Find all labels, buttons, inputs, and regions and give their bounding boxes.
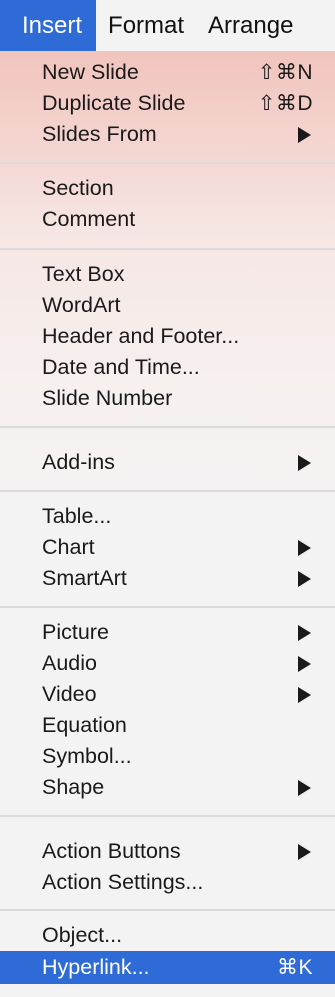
menu-bar: Insert Format Arrange [0, 0, 335, 51]
menu-item-label: Slide Number [42, 386, 173, 410]
menu-item-label: Section [42, 176, 114, 200]
menu-item-label: Date and Time... [42, 355, 200, 379]
submenu-arrow-icon [298, 779, 311, 796]
menubar-item-format[interactable]: Format [96, 0, 196, 51]
menubar-item-insert[interactable]: Insert [0, 0, 97, 51]
menu-item-label: Slides From [42, 122, 157, 146]
submenu-arrow-icon [298, 454, 311, 471]
menu-item-label: Table... [42, 504, 112, 528]
submenu-arrow-icon [298, 126, 311, 143]
menu-item-label: Picture [42, 620, 109, 644]
menu-item-chart[interactable]: Chart [0, 532, 335, 563]
menu-item-label: Header and Footer... [42, 324, 240, 348]
menu-separator [0, 426, 335, 428]
shortcut-label: ⇧⌘N [257, 61, 313, 84]
submenu-arrow-icon [298, 624, 311, 641]
menu-item-audio[interactable]: Audio [0, 648, 335, 679]
menu-item-label: Video [42, 682, 97, 706]
menu-separator [0, 815, 335, 817]
menu-item-label: Chart [42, 535, 95, 559]
menu-separator [0, 909, 335, 911]
menu-separator [0, 606, 335, 608]
menu-item-video[interactable]: Video [0, 679, 335, 710]
menu-separator [0, 248, 335, 250]
menu-item-slides-from[interactable]: Slides From [0, 119, 335, 150]
menu-item-table[interactable]: Table... [0, 501, 335, 532]
menu-item-label: New Slide [42, 60, 139, 84]
menu-item-label: Text Box [42, 262, 125, 286]
menu-item-object[interactable]: Object... [0, 920, 335, 951]
menu-item-shape[interactable]: Shape [0, 772, 335, 803]
menu-item-equation[interactable]: Equation [0, 710, 335, 741]
menu-item-label: Shape [42, 775, 105, 799]
menu-item-comment[interactable]: Comment [0, 204, 335, 235]
menu-separator [0, 490, 335, 492]
menu-item-label: Object... [42, 923, 123, 947]
menu-item-label: Symbol... [42, 744, 132, 768]
submenu-arrow-icon [298, 843, 311, 860]
menu-item-section[interactable]: Section [0, 173, 335, 204]
menu-item-smartart[interactable]: SmartArt [0, 563, 335, 594]
menubar-item-arrange[interactable]: Arrange [196, 0, 305, 51]
submenu-arrow-icon [298, 655, 311, 672]
insert-menu: New Slide ⇧⌘N Duplicate Slide ⇧⌘D Slides… [0, 51, 335, 997]
menu-item-header-footer[interactable]: Header and Footer... [0, 321, 335, 352]
menu-item-action-settings[interactable]: Action Settings... [0, 867, 335, 898]
menu-item-label: Action Settings... [42, 870, 204, 894]
menu-item-label: WordArt [42, 293, 121, 317]
menu-item-action-buttons[interactable]: Action Buttons [0, 836, 335, 867]
menu-item-slide-number[interactable]: Slide Number [0, 383, 335, 414]
menu-item-label: Add-ins [42, 450, 115, 474]
shortcut-label: ⌘K [276, 956, 313, 979]
menu-item-text-box[interactable]: Text Box [0, 259, 335, 290]
menu-item-label: Hyperlink... [42, 955, 150, 979]
submenu-arrow-icon [298, 539, 311, 556]
menu-item-picture[interactable]: Picture [0, 617, 335, 648]
menu-item-wordart[interactable]: WordArt [0, 290, 335, 321]
menu-item-new-slide[interactable]: New Slide ⇧⌘N [0, 57, 335, 88]
app-window: Insert Format Arrange New Slide ⇧⌘N Dupl… [0, 0, 335, 997]
menu-item-label: Audio [42, 651, 97, 675]
menu-item-symbol[interactable]: Symbol... [0, 741, 335, 772]
shortcut-label: ⇧⌘D [257, 92, 313, 115]
menu-item-add-ins[interactable]: Add-ins [0, 447, 335, 478]
menu-item-date-time[interactable]: Date and Time... [0, 352, 335, 383]
menu-item-label: Comment [42, 207, 136, 231]
submenu-arrow-icon [298, 570, 311, 587]
menu-separator [0, 162, 335, 164]
submenu-arrow-icon [298, 686, 311, 703]
menu-item-duplicate-slide[interactable]: Duplicate Slide ⇧⌘D [0, 88, 335, 119]
menu-item-hyperlink[interactable]: Hyperlink... ⌘K [0, 951, 335, 984]
menu-item-label: Action Buttons [42, 839, 181, 863]
menu-item-label: Equation [42, 713, 127, 737]
menu-item-label: SmartArt [42, 566, 127, 590]
menu-item-label: Duplicate Slide [42, 91, 186, 115]
